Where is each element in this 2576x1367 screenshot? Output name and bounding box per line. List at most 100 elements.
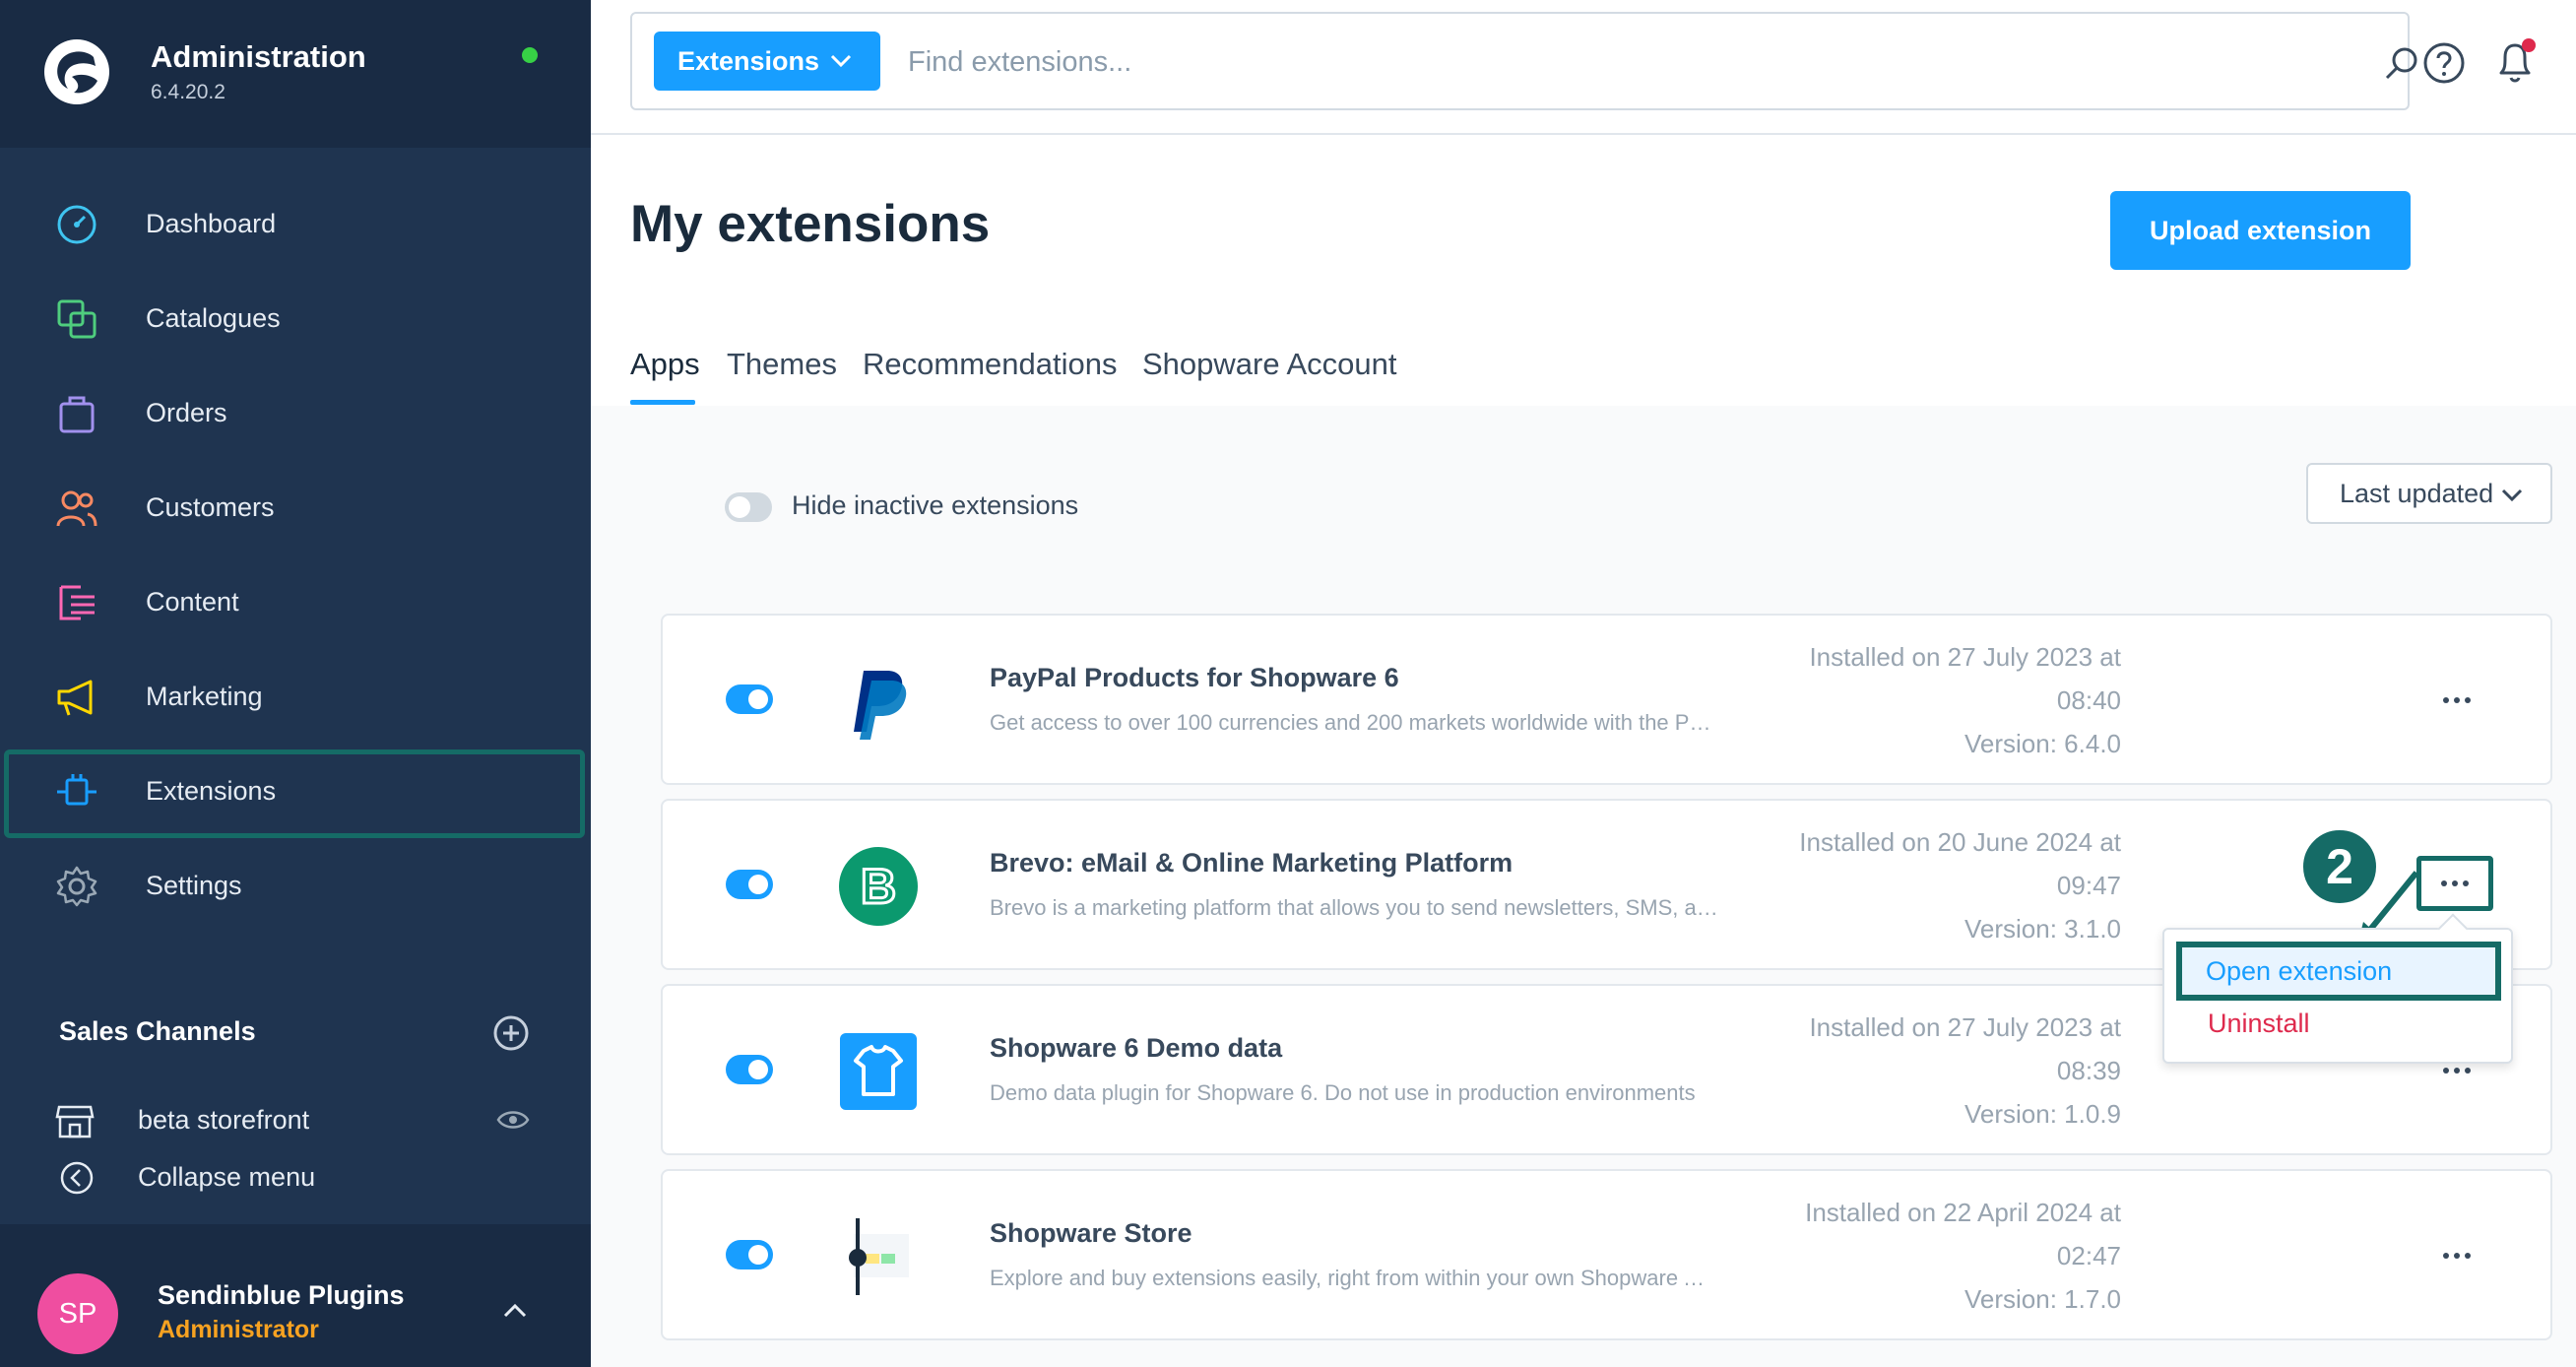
extension-name: Shopware 6 Demo data xyxy=(990,1033,1283,1063)
user-role: Administrator xyxy=(158,1316,319,1343)
search-icon[interactable] xyxy=(2383,45,2420,83)
chevron-down-icon xyxy=(830,54,852,68)
help-icon[interactable] xyxy=(2422,41,2466,85)
sidebar-item-content[interactable]: Content xyxy=(0,557,591,646)
installed-date: Installed on 22 April 2024 at xyxy=(1805,1198,2121,1227)
sales-channel-label: beta storefront xyxy=(138,1105,310,1135)
more-actions-button[interactable] xyxy=(2435,684,2479,714)
installed-time: 08:40 xyxy=(2056,685,2121,715)
collapse-left-icon xyxy=(60,1161,94,1195)
orders-icon xyxy=(59,396,95,433)
sidebar-item-label: Customers xyxy=(146,491,275,522)
extension-name: Shopware Store xyxy=(990,1218,1192,1248)
shirt-logo-icon xyxy=(840,1033,917,1110)
sidebar-header: Administration 6.4.20.2 xyxy=(0,0,591,148)
open-extension-menu-item[interactable]: Open extension xyxy=(2176,942,2501,1001)
app-version: 6.4.20.2 xyxy=(151,81,225,103)
sidebar-item-catalogues[interactable]: Catalogues xyxy=(0,274,591,362)
notification-bell-icon[interactable] xyxy=(2491,35,2541,87)
customers-icon xyxy=(56,490,97,527)
sidebar-item-label: Content xyxy=(146,586,239,617)
installed-time: 08:39 xyxy=(2056,1056,2121,1085)
hide-inactive-toggle[interactable] xyxy=(725,492,772,522)
extension-description: Demo data plugin for Shopware 6. Do not … xyxy=(990,1080,1696,1105)
more-actions-button[interactable] xyxy=(2435,1240,2479,1269)
extension-meta: Installed on 27 July 2023 at 08:40 Versi… xyxy=(1707,635,2121,765)
storefront-icon xyxy=(55,1105,95,1139)
sidebar-item-settings[interactable]: Settings xyxy=(0,841,591,930)
avatar: SP xyxy=(37,1273,118,1354)
eye-icon[interactable] xyxy=(496,1107,530,1133)
extension-active-toggle[interactable] xyxy=(726,870,773,899)
extension-context-menu: Open extension Uninstall xyxy=(2162,928,2513,1064)
sidebar-item-label: Marketing xyxy=(146,681,263,711)
user-bar[interactable]: SP Sendinblue Plugins Administrator xyxy=(0,1224,591,1367)
tab-recommendations[interactable]: Recommendations xyxy=(863,347,1117,382)
marketing-icon xyxy=(57,680,93,716)
active-tab-indicator xyxy=(630,400,695,405)
hide-inactive-label: Hide inactive extensions xyxy=(792,490,1079,520)
extension-version: Version: 6.4.0 xyxy=(1964,729,2121,758)
extension-active-toggle[interactable] xyxy=(726,1055,773,1084)
sales-channels-title: Sales Channels xyxy=(59,1016,256,1046)
sidebar-item-customers[interactable]: Customers xyxy=(0,463,591,552)
sort-label: Last updated xyxy=(2340,478,2494,508)
extension-active-toggle[interactable] xyxy=(726,684,773,714)
chevron-down-icon xyxy=(2501,488,2523,502)
tab-shopware-account[interactable]: Shopware Account xyxy=(1142,347,1397,382)
chevron-up-icon[interactable] xyxy=(500,1301,530,1321)
extensions-highlight-frame xyxy=(4,749,585,838)
collapse-menu-button[interactable]: Collapse menu xyxy=(55,1158,449,1198)
uninstall-menu-item[interactable]: Uninstall xyxy=(2208,1009,2310,1039)
store-logo-icon xyxy=(849,1218,909,1295)
content-icon xyxy=(59,585,95,620)
app-title: Administration xyxy=(151,39,366,74)
topbar: Extensions xyxy=(591,0,2576,135)
sidebar-item-label: Settings xyxy=(146,870,242,900)
sort-select[interactable]: Last updated xyxy=(2306,463,2552,524)
search-scope-label: Extensions xyxy=(677,45,820,76)
svg-text:B: B xyxy=(861,859,896,914)
extension-description: Explore and buy extensions easily, right… xyxy=(990,1266,1718,1290)
settings-icon xyxy=(56,866,97,907)
search-bar: Extensions xyxy=(630,12,2417,110)
sidebar-item-label: Dashboard xyxy=(146,208,277,238)
extension-card-paypal: PayPal Products for Shopware 6 Get acces… xyxy=(661,614,2552,785)
extension-version: Version: 3.1.0 xyxy=(1964,914,2121,944)
installed-date: Installed on 20 June 2024 at xyxy=(1799,827,2121,857)
extension-description: Brevo is a marketing platform that allow… xyxy=(990,895,1718,920)
installed-date: Installed on 27 July 2023 at xyxy=(1809,1012,2121,1042)
brevo-logo-icon: B xyxy=(839,847,918,926)
sales-channel-item[interactable]: beta storefront xyxy=(55,1101,547,1140)
extension-active-toggle[interactable] xyxy=(726,1240,773,1269)
sidebar-item-label: Catalogues xyxy=(146,302,281,333)
upload-extension-button[interactable]: Upload extension xyxy=(2110,191,2411,270)
search-scope-select[interactable]: Extensions xyxy=(654,32,880,91)
installed-date: Installed on 27 July 2023 at xyxy=(1809,642,2121,672)
sidebar: Administration 6.4.20.2 Dashboard Catalo… xyxy=(0,0,591,1367)
extension-meta: Installed on 22 April 2024 at 02:47 Vers… xyxy=(1707,1191,2121,1321)
installed-time: 09:47 xyxy=(2056,871,2121,900)
paypal-logo-icon xyxy=(854,671,907,740)
search-input[interactable] xyxy=(908,35,2286,89)
shopware-logo-icon[interactable] xyxy=(42,37,111,106)
sidebar-item-marketing[interactable]: Marketing xyxy=(0,652,591,741)
sidebar-item-orders[interactable]: Orders xyxy=(0,368,591,457)
extension-meta: Installed on 27 July 2023 at 08:39 Versi… xyxy=(1707,1006,2121,1136)
extension-card-shopware-store: Shopware Store Explore and buy extension… xyxy=(661,1169,2552,1340)
extension-version: Version: 1.7.0 xyxy=(1964,1284,2121,1314)
tab-themes[interactable]: Themes xyxy=(727,347,837,382)
user-name: Sendinblue Plugins xyxy=(158,1280,405,1310)
sidebar-item-dashboard[interactable]: Dashboard xyxy=(0,179,591,268)
extension-meta: Installed on 20 June 2024 at 09:47 Versi… xyxy=(1707,820,2121,950)
extension-name: PayPal Products for Shopware 6 xyxy=(990,663,1399,692)
extension-description: Get access to over 100 currencies and 20… xyxy=(990,710,1718,735)
extension-name: Brevo: eMail & Online Marketing Platform xyxy=(990,848,1513,878)
status-online-dot xyxy=(522,47,538,63)
tab-apps[interactable]: Apps xyxy=(630,347,700,382)
installed-time: 02:47 xyxy=(2056,1241,2121,1270)
catalogues-icon xyxy=(57,299,97,339)
add-sales-channel-icon[interactable] xyxy=(492,1014,530,1052)
page-title: My extensions xyxy=(630,195,991,253)
collapse-menu-label: Collapse menu xyxy=(138,1162,316,1192)
